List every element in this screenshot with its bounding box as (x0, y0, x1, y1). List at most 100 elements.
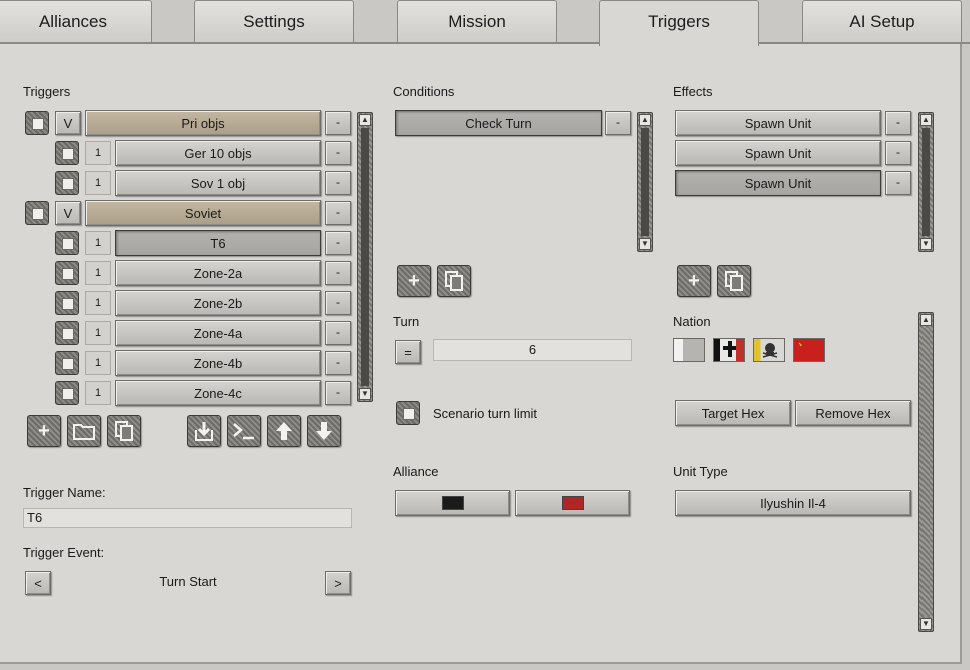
effect-details-scrollbar[interactable]: ▲ ▼ (918, 312, 934, 632)
remove-hex-button[interactable]: Remove Hex (795, 400, 911, 426)
trigger-item-button[interactable]: Ger 10 objs (115, 140, 321, 166)
trigger-remove-button[interactable]: - (325, 231, 351, 255)
trigger-event-next-button[interactable]: > (325, 571, 351, 595)
trigger-remove-button[interactable]: - (325, 171, 351, 195)
scenario-turn-limit-checkbox[interactable] (396, 401, 420, 425)
alliance-2-button[interactable] (515, 490, 630, 516)
trigger-event-prev-button[interactable]: < (25, 571, 51, 595)
trigger-item-button[interactable]: Zone-4b (115, 350, 321, 376)
condition-check-turn[interactable]: Check Turn (395, 110, 602, 136)
german-cross-flag[interactable] (713, 338, 745, 362)
alliance-1-button[interactable] (395, 490, 510, 516)
trigger-remove-button[interactable]: - (325, 261, 351, 285)
unit-type-button[interactable]: Ilyushin Il-4 (675, 490, 911, 516)
scroll-down-icon[interactable]: ▼ (920, 238, 932, 250)
move-up-icon[interactable] (267, 415, 301, 447)
copy-condition-icon[interactable] (437, 265, 471, 297)
scroll-up-icon[interactable]: ▲ (359, 114, 371, 126)
nation-label: Nation (673, 314, 711, 329)
tab-alliances[interactable]: Alliances (0, 0, 152, 42)
white-gray-flag[interactable] (673, 338, 705, 362)
trigger-group-toggle[interactable]: V (55, 201, 81, 225)
scroll-track[interactable] (922, 128, 930, 236)
scroll-up-icon[interactable]: ▲ (920, 314, 932, 326)
trigger-event-value: Turn Start (159, 574, 217, 589)
scroll-up-icon[interactable]: ▲ (639, 114, 651, 126)
trigger-group-button[interactable]: Soviet (85, 200, 321, 226)
trigger-item-button[interactable]: Zone-4a (115, 320, 321, 346)
copy-effect-icon[interactable] (717, 265, 751, 297)
conditions-label: Conditions (393, 84, 455, 99)
trigger-remove-button[interactable]: - (325, 141, 351, 165)
turn-label: Turn (393, 314, 420, 329)
scenario-turn-limit-label: Scenario turn limit (433, 406, 538, 421)
move-down-icon[interactable] (307, 415, 341, 447)
trigger-item-button[interactable]: Zone-2b (115, 290, 321, 316)
soviet-red-flag[interactable] (793, 338, 825, 362)
trigger-count: 1 (85, 231, 111, 255)
trigger-list-scrollbar[interactable]: ▲ ▼ (357, 112, 373, 402)
tab-triggers[interactable]: Triggers (599, 0, 759, 46)
trigger-remove-button[interactable]: - (325, 201, 351, 225)
trigger-checkbox[interactable] (55, 261, 79, 285)
trigger-group-button[interactable]: Pri objs (85, 110, 321, 136)
tab-settings[interactable]: Settings (194, 0, 354, 42)
effect-item-button[interactable]: Spawn Unit (675, 170, 881, 196)
trigger-count: 1 (85, 351, 111, 375)
trigger-group-toggle[interactable]: V (55, 111, 81, 135)
effect-item-button[interactable]: Spawn Unit (675, 140, 881, 166)
target-hex-button[interactable]: Target Hex (675, 400, 791, 426)
effect-item-button[interactable]: Spawn Unit (675, 110, 881, 136)
scroll-track[interactable] (922, 328, 930, 616)
trigger-item-button[interactable]: Zone-2a (115, 260, 321, 286)
tab-ai-setup[interactable]: AI Setup (802, 0, 962, 42)
import-icon[interactable] (187, 415, 221, 447)
effect-remove-button[interactable]: - (885, 171, 911, 195)
effect-remove-button[interactable]: - (885, 141, 911, 165)
folder-icon[interactable] (67, 415, 101, 447)
triggers-label: Triggers (23, 84, 71, 99)
trigger-checkbox[interactable] (55, 291, 79, 315)
trigger-event-label: Trigger Event: (23, 545, 105, 560)
trigger-remove-button[interactable]: - (325, 381, 351, 405)
trigger-remove-button[interactable]: - (325, 351, 351, 375)
alliance-2-swatch (561, 496, 584, 510)
trigger-checkbox[interactable] (55, 381, 79, 405)
console-icon[interactable] (227, 415, 261, 447)
trigger-remove-button[interactable]: - (325, 291, 351, 315)
trigger-item-button[interactable]: Zone-4c (115, 380, 321, 406)
scroll-down-icon[interactable]: ▼ (359, 388, 371, 400)
add-condition-icon[interactable]: + (397, 265, 431, 297)
trigger-group-checkbox[interactable] (25, 111, 49, 135)
effects-scrollbar[interactable]: ▲ ▼ (918, 112, 934, 252)
scroll-track[interactable] (361, 128, 369, 386)
trigger-checkbox[interactable] (55, 351, 79, 375)
conditions-scrollbar[interactable]: ▲ ▼ (637, 112, 653, 252)
add-icon[interactable]: + (27, 415, 61, 447)
scroll-down-icon[interactable]: ▼ (639, 238, 651, 250)
trigger-name-label: Trigger Name: (23, 485, 106, 500)
trigger-checkbox[interactable] (55, 321, 79, 345)
trigger-checkbox[interactable] (55, 141, 79, 165)
trigger-remove-button[interactable]: - (325, 321, 351, 345)
effect-remove-button[interactable]: - (885, 111, 911, 135)
turn-value-input[interactable]: 6 (433, 339, 632, 361)
turn-operator-button[interactable]: = (395, 340, 421, 364)
trigger-item-button[interactable]: Sov 1 obj (115, 170, 321, 196)
scroll-down-icon[interactable]: ▼ (920, 618, 932, 630)
trigger-item-button[interactable]: T6 (115, 230, 321, 256)
trigger-group-checkbox[interactable] (25, 201, 49, 225)
add-effect-icon[interactable]: + (677, 265, 711, 297)
trigger-remove-button[interactable]: - (325, 111, 351, 135)
trigger-count: 1 (85, 141, 111, 165)
scroll-up-icon[interactable]: ▲ (920, 114, 932, 126)
condition-remove-button[interactable]: - (605, 111, 631, 135)
tab-mission[interactable]: Mission (397, 0, 557, 42)
skull-flag[interactable] (753, 338, 785, 362)
trigger-checkbox[interactable] (55, 171, 79, 195)
copy-icon[interactable] (107, 415, 141, 447)
scroll-track[interactable] (641, 128, 649, 236)
trigger-name-input[interactable]: T6 (23, 508, 352, 528)
trigger-checkbox[interactable] (55, 231, 79, 255)
trigger-count: 1 (85, 261, 111, 285)
